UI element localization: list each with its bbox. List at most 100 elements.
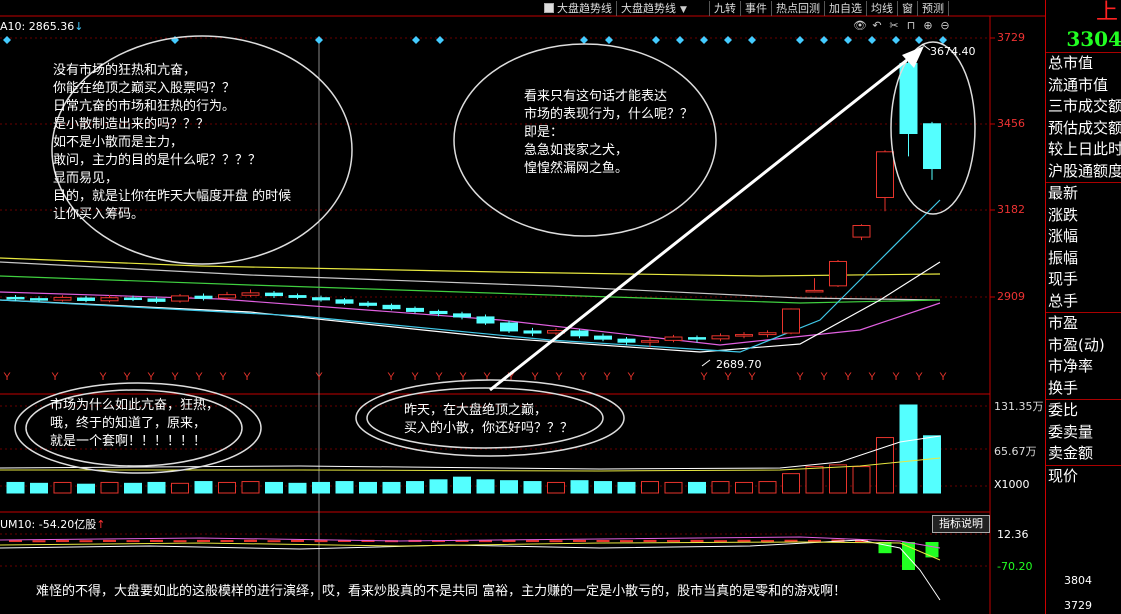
candle-body <box>241 292 260 296</box>
chart-tool-icons: 👁 ↶ ✂ ⊓ ⊕ ⊖ <box>853 19 952 33</box>
candle-body <box>570 330 589 337</box>
y-marker: Y <box>700 371 708 383</box>
panel-field-label: 总手 <box>1048 291 1079 310</box>
volume-unit: X1000 <box>994 478 1030 491</box>
window-button[interactable]: 窗 <box>898 0 918 16</box>
candle-body <box>476 316 495 324</box>
y-marker: Y <box>171 371 179 383</box>
event-diamond <box>676 36 684 44</box>
panel-field-label: 现价 <box>1048 466 1079 485</box>
eye-icon[interactable]: 👁 <box>853 19 867 33</box>
y-marker: Y <box>123 371 131 383</box>
indicator-bar <box>150 539 163 542</box>
event-diamond <box>748 36 756 44</box>
price-high-label: 3674.40 <box>930 45 976 58</box>
y-marker: Y <box>748 371 756 383</box>
volume-bar <box>429 479 448 494</box>
candle-body <box>359 302 377 306</box>
volume-bar <box>53 481 72 494</box>
volume-bar <box>30 482 48 494</box>
callout-line <box>701 359 711 367</box>
candle-body <box>429 310 448 315</box>
undo-icon[interactable]: ↶ <box>870 19 884 33</box>
indicator-readout: UM10: -54.20亿股↑ <box>0 518 106 531</box>
jiuzhuan-button[interactable]: 九转 <box>710 0 741 16</box>
hotspot-backtest-button[interactable]: 热点回测 <box>772 0 825 16</box>
event-diamond <box>436 36 444 44</box>
candle-body <box>664 336 683 341</box>
zoom-out-icon[interactable]: ⊖ <box>938 19 952 33</box>
candle-body <box>288 295 307 298</box>
event-diamond <box>820 36 828 44</box>
indicator-bar <box>526 540 539 543</box>
indicator-bar <box>197 539 210 542</box>
candle-body <box>617 338 636 343</box>
y-marker: Y <box>796 371 804 383</box>
y-marker: Y <box>483 371 491 383</box>
y-marker: Y <box>820 371 828 383</box>
ma-button[interactable]: 均线 <box>867 0 898 16</box>
panel-field-label: 市盈(动) <box>1048 335 1105 354</box>
quote-panel: 上 3304 总市值 流通市值 三市成交额 预估成交额 较上日此时 沪股通额度 最新 涨跌涨… <box>1045 0 1121 614</box>
zoom-in-icon[interactable]: ⊕ <box>921 19 935 33</box>
volume-bar <box>500 480 518 494</box>
y-marker: Y <box>315 371 323 383</box>
candle-body <box>876 151 894 198</box>
panel-group-price: 最新 涨跌 涨幅 振幅 现手 总手 <box>1046 182 1121 312</box>
candle-body <box>829 260 847 287</box>
candle-body <box>171 295 189 302</box>
market-title: 上 <box>1095 0 1118 25</box>
event-diamond <box>3 36 11 44</box>
panel-group-order: 委比 委卖量 卖金额 <box>1046 399 1121 465</box>
trend-checkbox[interactable]: 大盘趋势线 <box>540 0 617 16</box>
candle-body <box>852 225 871 238</box>
event-diamond <box>580 36 588 44</box>
volume-bar <box>312 481 330 494</box>
indicator-tick: -70.20 <box>997 560 1033 573</box>
indicator-bar <box>32 540 46 543</box>
volume-bar <box>523 481 542 494</box>
checkbox-icon[interactable] <box>544 2 554 13</box>
candle-body <box>30 298 48 301</box>
y-marker: Y <box>147 371 155 383</box>
volume-bar <box>688 481 706 494</box>
volume-bar <box>735 481 753 494</box>
candle-body <box>923 123 941 170</box>
indicator-tick: 12.36 <box>997 528 1029 541</box>
trend-dropdown[interactable]: 大盘趋势线 ▼ <box>617 0 710 16</box>
y-marker: Y <box>868 371 876 383</box>
candle-body <box>382 304 401 310</box>
panel-field-label: 涨幅 <box>1048 227 1079 245</box>
y-marker: Y <box>555 371 563 383</box>
indicator-bar <box>291 539 304 542</box>
add-favorite-button[interactable]: 加自选 <box>825 0 867 16</box>
event-button[interactable]: 事件 <box>741 0 772 16</box>
panel-field-label: 较上日此时 <box>1048 140 1121 158</box>
volume-bar <box>899 404 918 494</box>
indicator-bar <box>220 540 234 543</box>
panel-field-label: 委卖量 <box>1048 422 1094 441</box>
volume-bar <box>194 481 213 494</box>
y-marker: Y <box>724 371 732 383</box>
volume-bar <box>124 482 142 494</box>
forecast-button[interactable]: 预测 <box>918 0 949 16</box>
lock-icon[interactable]: ⊓ <box>904 19 918 33</box>
indicator-bar <box>79 540 93 543</box>
y-marker: Y <box>411 371 419 383</box>
caret-down-icon: ▼ <box>680 4 687 15</box>
volume-tick: 131.35万 <box>994 400 1044 413</box>
event-diamond <box>844 36 852 44</box>
index-value: 3304 <box>1046 26 1121 53</box>
y-marker: Y <box>627 371 635 383</box>
volume-bar <box>711 481 730 494</box>
indicator-bar <box>244 539 257 542</box>
scissors-icon[interactable]: ✂ <box>887 19 901 33</box>
price-tick: 3729 <box>997 31 1025 44</box>
indicator-help-button[interactable]: 指标说明 <box>932 515 990 533</box>
y-marker: Y <box>195 371 203 383</box>
panel-field-label: 市盈 <box>1048 314 1079 332</box>
volume-bar <box>758 481 777 494</box>
indicator-bar <box>690 539 704 542</box>
volume-bar <box>6 481 25 494</box>
candle-body <box>312 297 330 301</box>
